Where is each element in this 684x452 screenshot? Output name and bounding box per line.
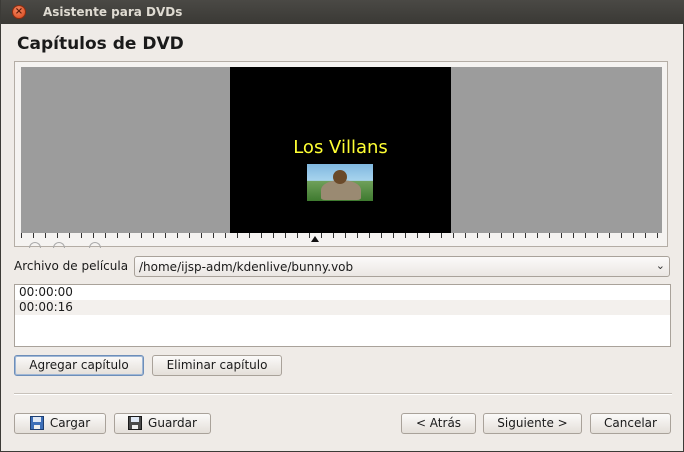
load-button-label: Cargar [49, 416, 91, 430]
title-bar: × Asistente para DVDs [1, 0, 684, 24]
back-button[interactable]: < Atrás [401, 413, 476, 434]
preview-canvas: Los Villans [21, 67, 662, 233]
movie-file-label: Archivo de película [14, 259, 129, 273]
save-button[interactable]: Guardar [114, 413, 211, 434]
chapter-preview-panel: Los Villans [14, 61, 668, 248]
movie-file-select[interactable]: /home/ijsp-adm/kdenlive/bunny.vob ⌄ [134, 256, 670, 277]
zoom-handle-icon[interactable] [29, 242, 41, 248]
chapter-list-item[interactable]: 00:00:16 [15, 300, 670, 315]
document-open-icon [29, 415, 44, 430]
video-thumbnail [307, 164, 373, 201]
save-button-label: Guardar [148, 416, 197, 430]
chevron-down-icon: ⌄ [655, 259, 665, 272]
video-frame: Los Villans [230, 67, 451, 233]
movie-file-value: /home/ijsp-adm/kdenlive/bunny.vob [139, 260, 354, 274]
dvd-wizard-window: × Asistente para DVDs Capítulos de DVD L… [0, 0, 684, 452]
zoom-handle-icon[interactable] [89, 242, 101, 248]
cancel-button[interactable]: Cancelar [590, 413, 671, 434]
chapter-list-item[interactable]: 00:00:00 [15, 285, 670, 300]
add-chapter-button[interactable]: Agregar capítulo [14, 355, 144, 376]
window-title: Asistente para DVDs [43, 5, 183, 19]
close-window-button[interactable]: × [12, 5, 26, 19]
load-button[interactable]: Cargar [14, 413, 106, 434]
next-button[interactable]: Siguiente > [483, 413, 582, 434]
timeline-scrollbar[interactable] [21, 242, 662, 248]
separator [14, 393, 672, 395]
document-save-icon [128, 415, 143, 430]
remove-chapter-button[interactable]: Eliminar capítulo [152, 355, 282, 376]
chapter-list[interactable]: 00:00:00 00:00:16 [14, 284, 671, 347]
thumbnail-bird-shape [333, 170, 347, 184]
video-title-text: Los Villans [293, 137, 388, 158]
page-title: Capítulos de DVD [17, 34, 184, 54]
zoom-handle-icon[interactable] [53, 242, 65, 248]
